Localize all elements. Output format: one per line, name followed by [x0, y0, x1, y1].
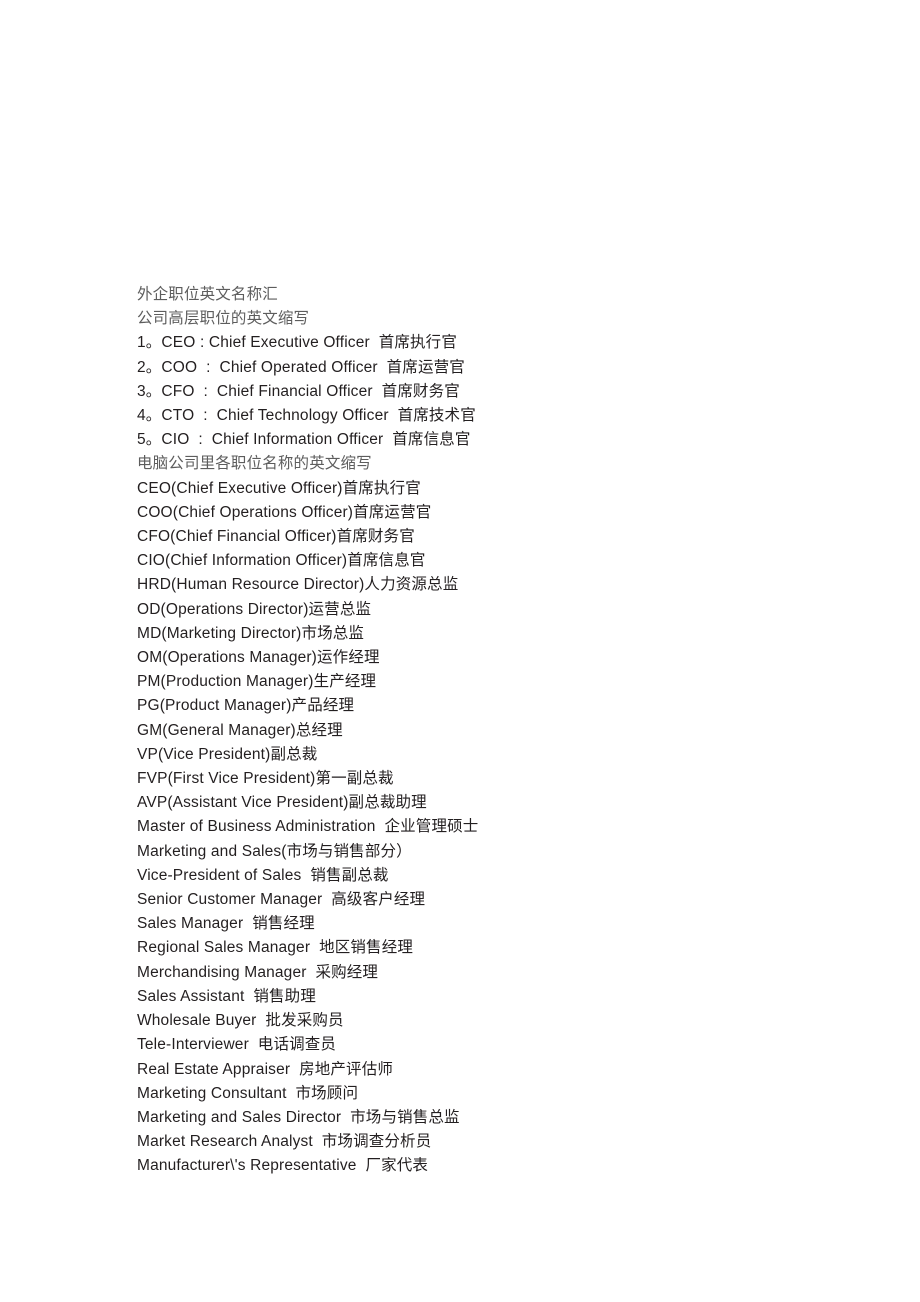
document-line: Sales Assistant 销售助理: [137, 987, 316, 1005]
document-line: OM(Operations Manager)运作经理: [137, 649, 380, 667]
document-line: Marketing Consultant 市场顾问: [137, 1084, 359, 1102]
document-line: 2。COO : Chief Operated Officer 首席运营官: [137, 358, 465, 376]
document-line: 公司高层职位的英文缩写: [137, 310, 310, 328]
document-line: AVP(Assistant Vice President)副总裁助理: [137, 794, 427, 812]
document-line: 外企职位英文名称汇: [137, 286, 278, 303]
document-line: Tele-Interviewer 电话调查员: [137, 1036, 337, 1054]
document-line: GM(General Manager)总经理: [137, 721, 343, 739]
document-line: Manufacturer\'s Representative 厂家代表: [137, 1157, 429, 1175]
document-line: 3。CFO : Chief Financial Officer 首席财务官: [137, 382, 460, 400]
document-line: MD(Marketing Director)市场总监: [137, 624, 365, 642]
document-line: 5。CIO : Chief Information Officer 首席信息官: [137, 431, 471, 449]
document-line: CIO(Chief Information Officer)首席信息官: [137, 552, 426, 570]
document-line: 1。CEO : Chief Executive Officer 首席执行官: [137, 334, 457, 352]
document-page: 外企职位英文名称汇公司高层职位的英文缩写 1。CEO : Chief Execut…: [0, 0, 920, 1302]
document-line: Market Research Analyst 市场调查分析员: [137, 1133, 432, 1151]
document-line: VP(Vice President)副总裁: [137, 745, 318, 763]
document-line: Sales Manager 销售经理: [137, 915, 315, 933]
document-line: Regional Sales Manager 地区销售经理: [137, 939, 414, 957]
document-line: OD(Operations Director)运营总监: [137, 600, 372, 618]
document-line: Marketing and Sales Director 市场与销售总监: [137, 1108, 460, 1126]
document-line: 电脑公司里各职位名称的英文缩写: [137, 455, 372, 473]
document-line: CFO(Chief Financial Officer)首席财务官: [137, 528, 415, 546]
document-line: Real Estate Appraiser 房地产评估师: [137, 1060, 394, 1078]
document-line: Merchandising Manager 采购经理: [137, 963, 379, 981]
document-line: PM(Production Manager)生产经理: [137, 673, 377, 691]
document-line: HRD(Human Resource Director)人力资源总监: [137, 576, 459, 594]
document-line: Master of Business Administration 企业管理硕士: [137, 818, 479, 836]
document-text-body: 外企职位英文名称汇公司高层职位的英文缩写 1。CEO : Chief Execut…: [137, 283, 877, 1179]
document-line: CEO(Chief Executive Officer)首席执行官: [137, 479, 421, 497]
document-line: Wholesale Buyer 批发采购员: [137, 1012, 344, 1030]
document-line: PG(Product Manager)产品经理: [137, 697, 355, 715]
document-line: Senior Customer Manager 高级客户经理: [137, 891, 426, 909]
document-line: 4。CTO : Chief Technology Officer 首席技术官: [137, 407, 476, 425]
document-line: COO(Chief Operations Officer)首席运营官: [137, 503, 432, 521]
document-line: FVP(First Vice President)第一副总裁: [137, 770, 394, 788]
document-line: Marketing and Sales(市场与销售部分）: [137, 842, 412, 860]
document-line: Vice-President of Sales 销售副总裁: [137, 866, 389, 884]
